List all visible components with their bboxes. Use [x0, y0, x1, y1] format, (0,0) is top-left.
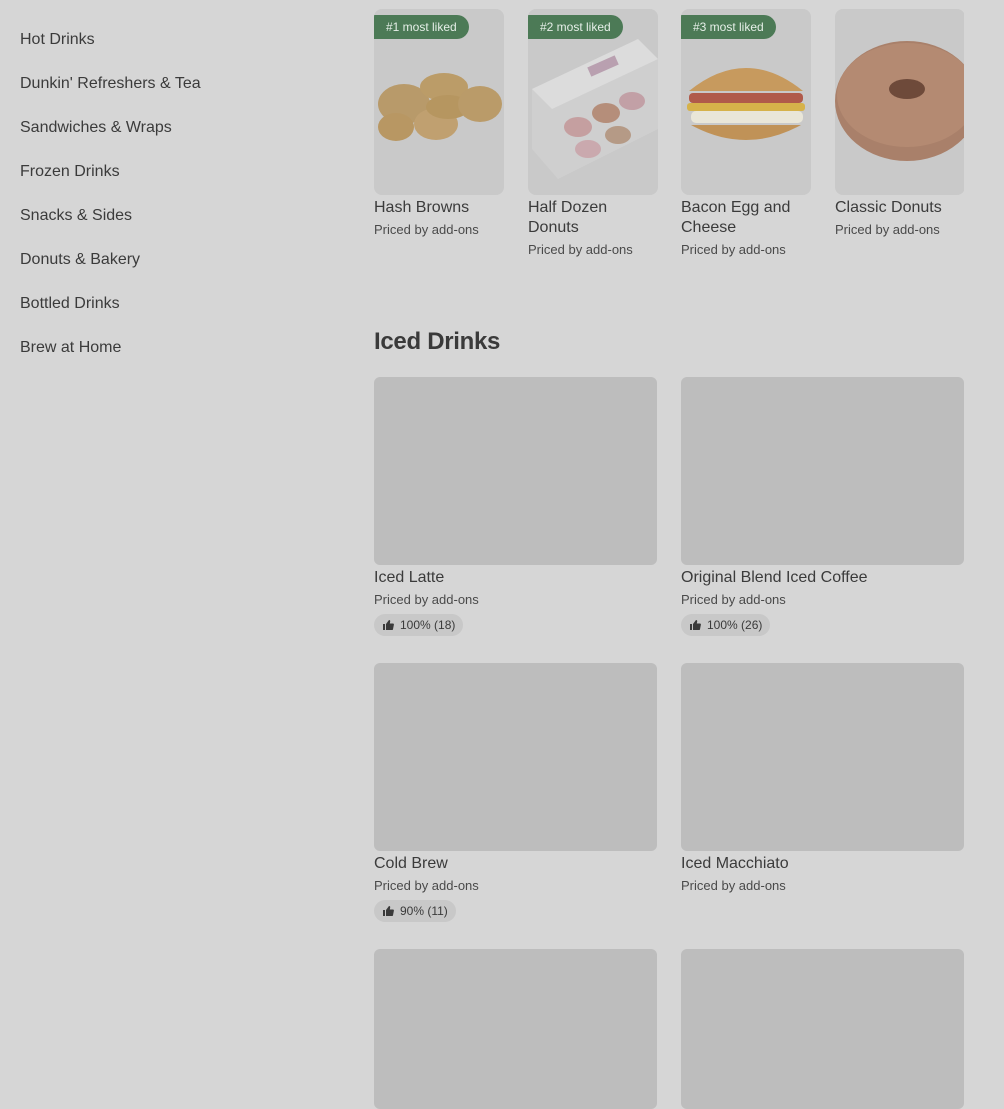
item-title: Iced Macchiato	[681, 855, 789, 872]
most-liked-badge: #3 most liked	[681, 15, 776, 39]
item-image-placeholder	[681, 377, 964, 565]
sidebar-item-refreshers-tea[interactable]: Dunkin' Refreshers & Tea	[20, 74, 320, 118]
popular-item-card[interactable]: Classic Donuts Priced by add-ons	[835, 9, 964, 239]
most-liked-badge: #1 most liked	[374, 15, 469, 39]
rating-text: 90% (11)	[400, 904, 448, 918]
sidebar-item-hot-drinks[interactable]: Hot Drinks	[20, 30, 320, 74]
item-price-note: Priced by add-ons	[374, 222, 479, 237]
sidebar-item-sandwiches-wraps[interactable]: Sandwiches & Wraps	[20, 118, 320, 162]
item-title: Bacon Egg and Cheese	[681, 199, 791, 236]
rating-text: 100% (26)	[707, 618, 763, 632]
item-price-note: Priced by add-ons	[835, 222, 940, 237]
item-price-note: Priced by add-ons	[528, 242, 633, 257]
item-image-placeholder	[374, 663, 657, 851]
rating-text: 100% (18)	[400, 618, 456, 632]
bacon-egg-cheese-image: #3 most liked	[681, 9, 811, 195]
thumbs-up-icon	[690, 620, 701, 630]
sidebar-item-bottled-drinks[interactable]: Bottled Drinks	[20, 294, 320, 338]
classic-donuts-image	[835, 9, 964, 195]
most-liked-badge: #2 most liked	[528, 15, 623, 39]
item-title: Original Blend Iced Coffee	[681, 569, 868, 586]
thumbs-up-icon	[383, 620, 394, 630]
item-price-note: Priced by add-ons	[374, 592, 479, 607]
sidebar-item-donuts-bakery[interactable]: Donuts & Bakery	[20, 250, 320, 294]
item-title: Iced Latte	[374, 569, 445, 586]
rating-badge: 90% (11)	[374, 900, 456, 922]
item-image-placeholder	[681, 663, 964, 851]
menu-item-card[interactable]	[374, 949, 657, 1109]
item-price-note: Priced by add-ons	[681, 878, 786, 893]
sidebar-item-frozen-drinks[interactable]: Frozen Drinks	[20, 162, 320, 206]
rating-badge: 100% (18)	[374, 614, 464, 636]
menu-item-card[interactable]: Iced Macchiato Priced by add-ons	[681, 663, 964, 895]
menu-item-card[interactable]: Cold Brew Priced by add-ons 90% (11)	[374, 663, 657, 922]
category-sidebar: Iced Drinks Hot Drinks Dunkin' Refresher…	[20, 0, 320, 382]
popular-item-card[interactable]: #2 most liked Half Dozen Donuts Priced b…	[528, 9, 658, 259]
section-title: Iced Drinks	[374, 328, 501, 355]
rating-badge: 100% (26)	[681, 614, 771, 636]
item-price-note: Priced by add-ons	[681, 242, 786, 257]
item-title: Hash Browns	[374, 199, 470, 216]
thumbs-up-icon	[383, 906, 394, 916]
item-title: Classic Donuts	[835, 199, 942, 216]
popular-item-card[interactable]: #3 most liked Bacon Egg and Cheese Price…	[681, 9, 811, 259]
sidebar-item-snacks-sides[interactable]: Snacks & Sides	[20, 206, 320, 250]
menu-item-card[interactable]: Original Blend Iced Coffee Priced by add…	[681, 377, 964, 636]
item-title: Half Dozen Donuts	[528, 199, 608, 236]
item-image-placeholder	[681, 949, 964, 1109]
popular-item-card[interactable]: #1 most liked Hash Browns Priced by add-…	[374, 9, 504, 239]
sidebar-item-iced-drinks[interactable]: Iced Drinks	[20, 0, 320, 30]
menu-item-card[interactable]	[681, 949, 964, 1109]
half-dozen-donuts-image: #2 most liked	[528, 9, 658, 195]
menu-item-card[interactable]: Iced Latte Priced by add-ons 100% (18)	[374, 377, 657, 636]
item-image-placeholder	[374, 377, 657, 565]
sidebar-item-brew-at-home[interactable]: Brew at Home	[20, 338, 320, 382]
item-price-note: Priced by add-ons	[374, 878, 479, 893]
item-title: Cold Brew	[374, 855, 448, 872]
item-price-note: Priced by add-ons	[681, 592, 786, 607]
item-image-placeholder	[374, 949, 657, 1109]
most-liked-carousel: #1 most liked Hash Browns Priced by add-…	[374, 9, 964, 269]
hash-browns-image: #1 most liked	[374, 9, 504, 195]
